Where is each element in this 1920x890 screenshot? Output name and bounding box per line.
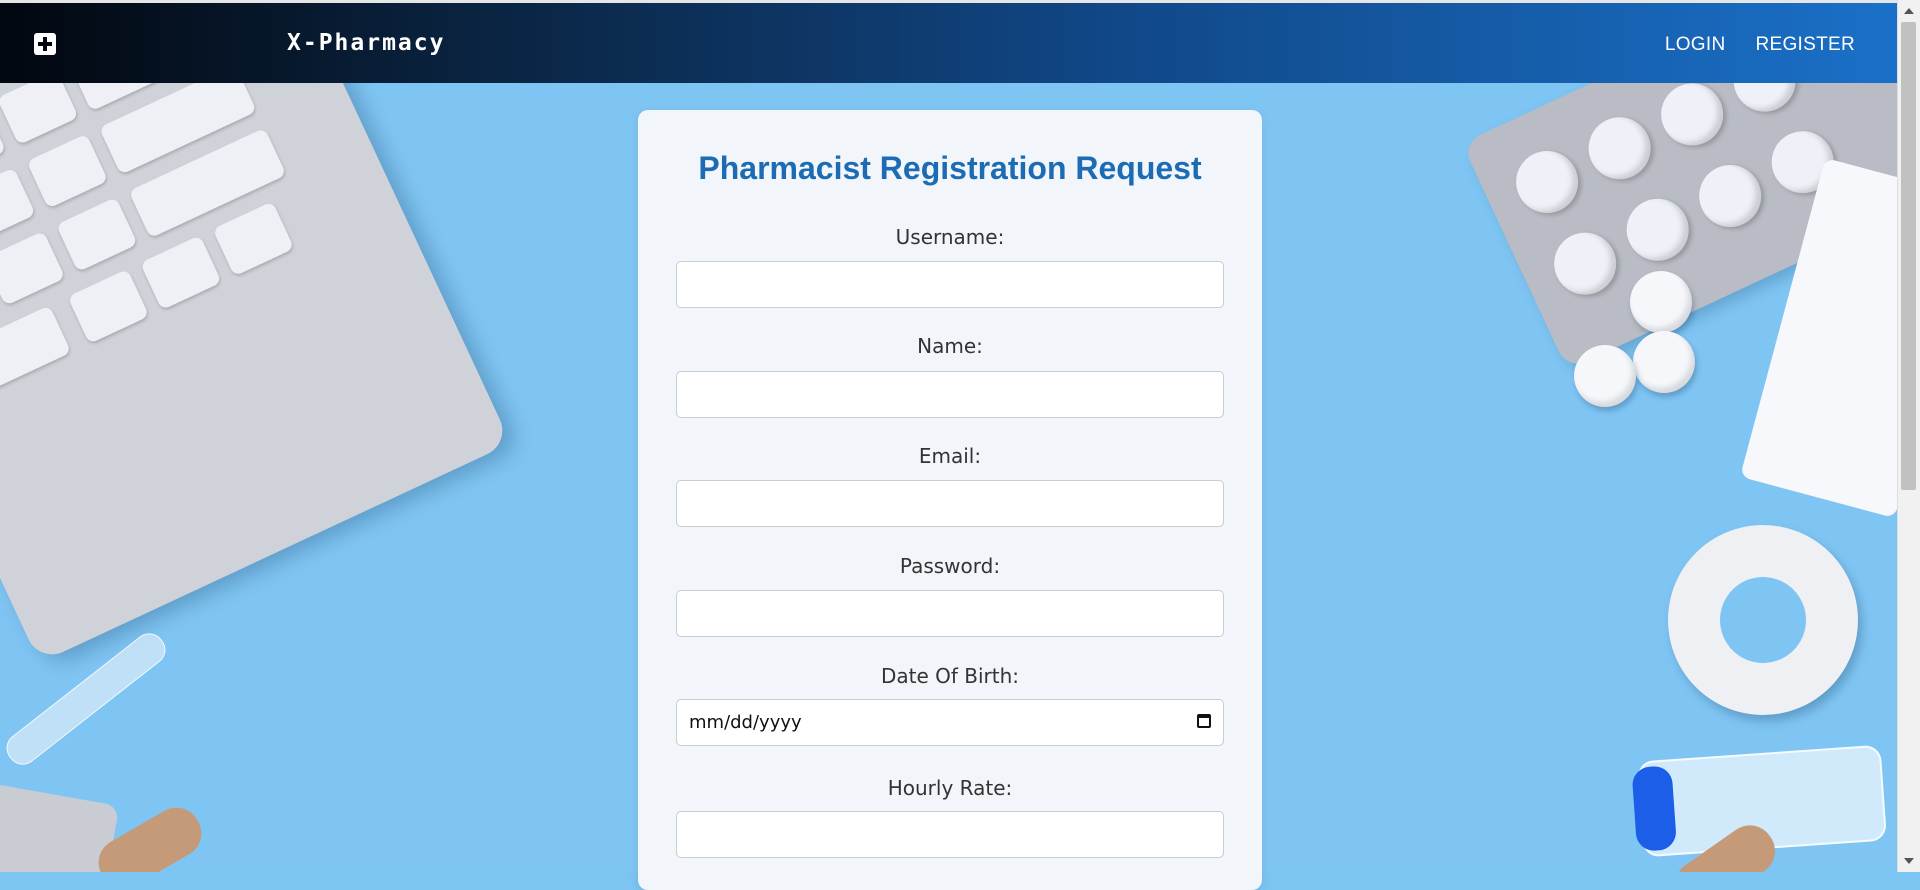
medical-cross-icon[interactable]: [34, 33, 56, 55]
hourly-rate-input[interactable]: [676, 811, 1224, 858]
registration-form-card: Pharmacist Registration Request Username…: [638, 110, 1262, 890]
login-link[interactable]: LOGIN: [1665, 34, 1726, 56]
calendar-icon[interactable]: [1197, 714, 1211, 728]
hourly-rate-label: Hourly Rate:: [887, 776, 1013, 800]
dob-input[interactable]: mm/dd/yyyy: [676, 699, 1224, 746]
pill-image: [1574, 345, 1636, 407]
password-input[interactable]: [676, 590, 1224, 637]
scrollbar-thumb[interactable]: [1901, 22, 1916, 490]
nav-links: LOGIN REGISTER: [1665, 34, 1855, 56]
name-input[interactable]: [676, 371, 1224, 418]
top-navbar: X-Pharmacy LOGIN REGISTER: [0, 0, 1898, 83]
scroll-up-arrow-icon[interactable]: [1904, 8, 1914, 14]
email-label: Email:: [918, 444, 982, 468]
ampoule-image: [0, 627, 172, 771]
pill-image: [1630, 271, 1692, 333]
email-input[interactable]: [676, 480, 1224, 527]
register-link[interactable]: REGISTER: [1755, 34, 1855, 56]
keyboard-image: [0, 83, 511, 663]
dob-placeholder: mm/dd/yyyy: [689, 712, 802, 733]
pill-image: [1633, 331, 1695, 393]
page-scrollbar[interactable]: [1897, 0, 1920, 872]
scroll-down-arrow-icon[interactable]: [1904, 858, 1914, 864]
dob-label: Date Of Birth:: [880, 664, 1020, 688]
tape-roll-image: [1668, 525, 1858, 715]
name-label: Name:: [917, 334, 983, 358]
username-input[interactable]: [676, 261, 1224, 308]
brand-name[interactable]: X-Pharmacy: [287, 30, 445, 56]
password-label: Password:: [899, 554, 1001, 578]
username-label: Username:: [895, 225, 1005, 249]
form-title: Pharmacist Registration Request: [698, 150, 1202, 186]
